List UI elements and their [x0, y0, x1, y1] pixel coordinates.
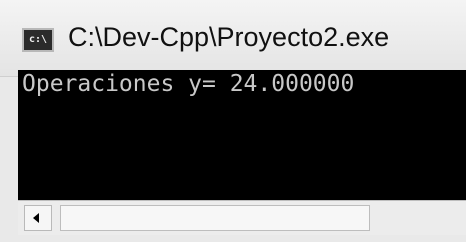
left-arrow-icon: [33, 213, 39, 223]
scroll-thumb[interactable]: [60, 205, 370, 231]
console-output-area[interactable]: Operaciones y= 24.000000: [18, 70, 466, 200]
console-app-icon[interactable]: c:\: [22, 28, 54, 52]
title-bar[interactable]: c:\ C:\Dev-Cpp\Proyecto2.exe: [0, 0, 466, 77]
horizontal-scrollbar[interactable]: [18, 200, 466, 235]
console-line: Operaciones y= 24.000000: [22, 71, 355, 97]
console-window: c:\ C:\Dev-Cpp\Proyecto2.exe Operaciones…: [0, 0, 466, 242]
window-title: C:\Dev-Cpp\Proyecto2.exe: [68, 22, 390, 52]
scroll-left-button[interactable]: [24, 205, 52, 231]
